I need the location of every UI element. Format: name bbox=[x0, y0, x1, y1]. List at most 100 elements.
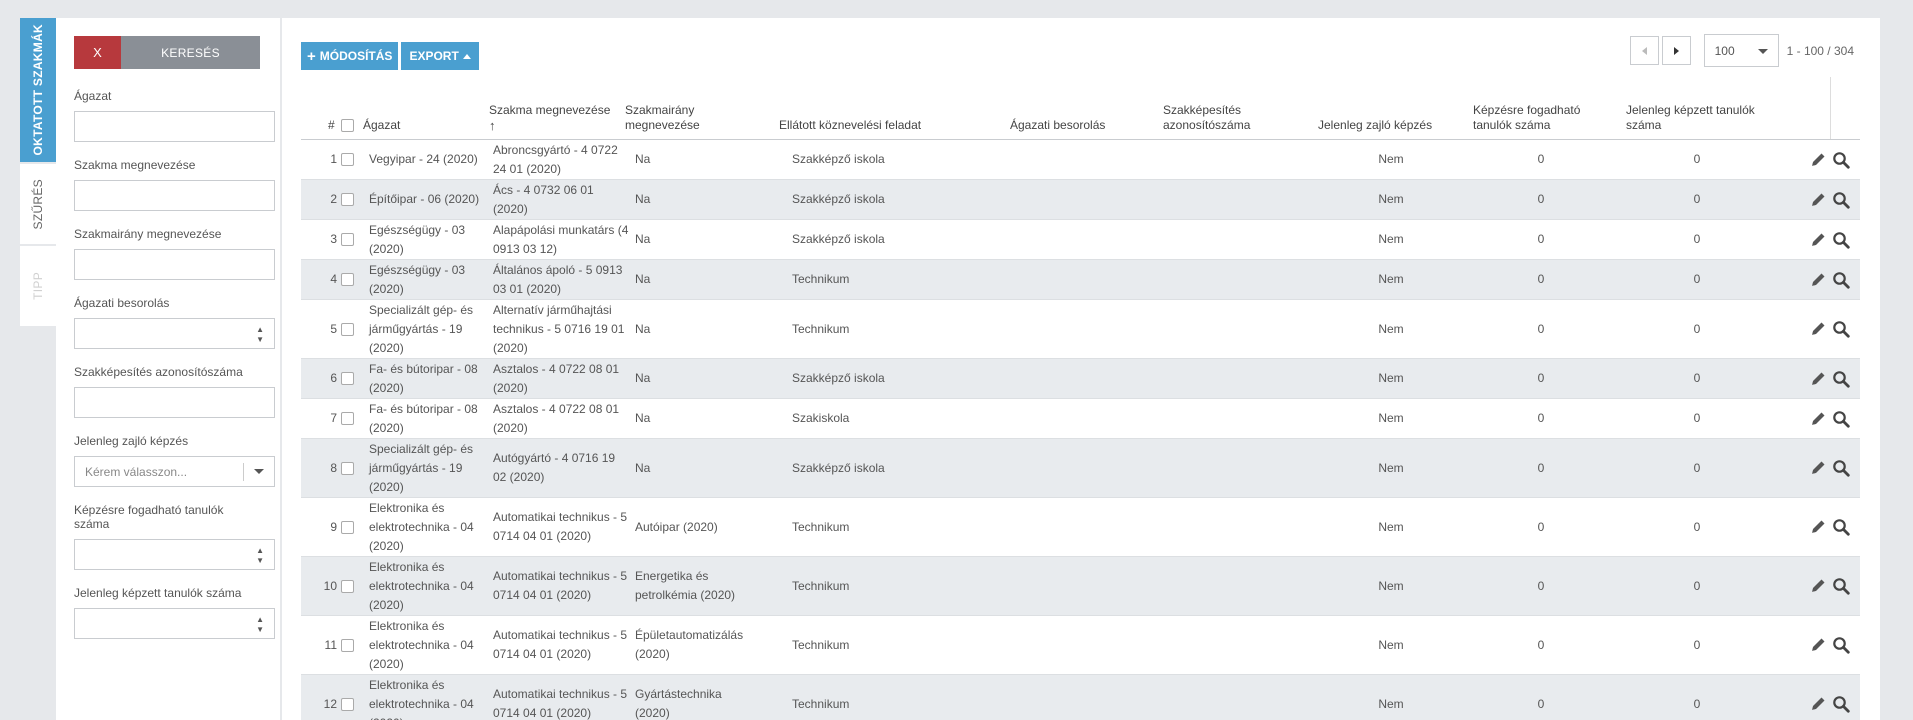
modify-button[interactable]: + MÓDOSÍTÁS bbox=[301, 42, 399, 70]
search-icon[interactable] bbox=[1832, 636, 1850, 654]
table-row[interactable]: 10 Elektronika és elektrotechnika - 04 (2… bbox=[301, 557, 1860, 616]
header-azonosito[interactable]: Szakképesítés azonosítószáma bbox=[1163, 103, 1273, 133]
select-placeholder: Kérem válasszon... bbox=[85, 464, 188, 479]
cell-kepzett: 0 bbox=[1657, 399, 1737, 438]
filter-text-input[interactable] bbox=[74, 387, 275, 418]
search-icon[interactable] bbox=[1832, 191, 1850, 209]
pencil-icon[interactable] bbox=[1810, 411, 1826, 427]
cell-agazat: Elektronika és elektrotechnika - 04 (202… bbox=[369, 675, 487, 720]
next-page-button[interactable] bbox=[1661, 36, 1691, 65]
pencil-icon[interactable] bbox=[1810, 321, 1826, 337]
cell-szakmairany-text: Na bbox=[635, 232, 651, 246]
header-feladat[interactable]: Ellátott köznevelési feladat bbox=[779, 118, 921, 133]
row-checkbox[interactable] bbox=[341, 273, 354, 286]
header-szakmairany[interactable]: Szakmairány megnevezése bbox=[625, 103, 725, 133]
cell-zajlo-text: Nem bbox=[1378, 637, 1404, 652]
filter-number-input[interactable]: ▲ ▼ bbox=[74, 539, 275, 570]
filter-number-input[interactable]: ▲ ▼ bbox=[74, 318, 275, 349]
row-checkbox[interactable] bbox=[341, 153, 354, 166]
table-row[interactable]: 11 Elektronika és elektrotechnika - 04 (2… bbox=[301, 616, 1860, 675]
search-icon[interactable] bbox=[1832, 518, 1850, 536]
row-checkbox[interactable] bbox=[341, 697, 354, 711]
table-row[interactable]: 9 Elektronika és elektrotechnika - 04 (20… bbox=[301, 498, 1860, 557]
row-index: 1 bbox=[301, 140, 337, 179]
search-icon[interactable] bbox=[1832, 695, 1850, 713]
cell-szakmairany: Na bbox=[635, 140, 755, 179]
cell-agazat-text: Vegyipar - 24 (2020) bbox=[369, 152, 478, 166]
pencil-icon[interactable] bbox=[1810, 371, 1826, 387]
table-row[interactable]: 1 Vegyipar - 24 (2020) Abroncsgyártó - 4 0… bbox=[301, 140, 1860, 180]
pencil-icon[interactable] bbox=[1810, 272, 1826, 288]
tab-label: SZŰRÉS bbox=[31, 178, 45, 230]
row-index: 12 bbox=[301, 675, 337, 720]
pencil-icon[interactable] bbox=[1810, 232, 1826, 248]
cell-fogadhato: 0 bbox=[1501, 220, 1581, 259]
filter-text-input[interactable] bbox=[74, 111, 275, 142]
table-row[interactable]: 5 Specializált gép- és járműgyártás - 19 … bbox=[301, 300, 1860, 359]
pencil-icon[interactable] bbox=[1810, 460, 1826, 476]
pencil-icon[interactable] bbox=[1810, 519, 1826, 535]
table-row[interactable]: 2 Építőipar - 06 (2020) Ács - 4 0732 06 01… bbox=[301, 180, 1860, 220]
search-icon[interactable] bbox=[1832, 231, 1850, 249]
row-checkbox[interactable] bbox=[341, 412, 354, 425]
cell-fogadhato: 0 bbox=[1501, 359, 1581, 398]
pencil-icon[interactable] bbox=[1810, 637, 1826, 653]
search-button[interactable]: KERESÉS bbox=[121, 36, 260, 69]
select-all-checkbox[interactable] bbox=[341, 119, 354, 132]
filter-select[interactable]: Kérem válasszon... bbox=[74, 456, 275, 487]
search-icon[interactable] bbox=[1832, 320, 1850, 338]
pencil-icon[interactable] bbox=[1810, 696, 1826, 712]
filter-text-input[interactable] bbox=[74, 249, 275, 280]
cell-fogadhato-text: 0 bbox=[1537, 232, 1545, 246]
page-size-select[interactable]: 100 bbox=[1703, 34, 1779, 67]
spinner-icon[interactable]: ▲ ▼ bbox=[256, 615, 264, 635]
pencil-icon[interactable] bbox=[1810, 152, 1826, 168]
cell-szakmairany: Na bbox=[635, 180, 755, 219]
row-checkbox[interactable] bbox=[341, 638, 354, 652]
spinner-icon[interactable]: ▲ ▼ bbox=[256, 546, 264, 566]
row-index: 5 bbox=[301, 300, 337, 358]
table-row[interactable]: 4 Egészségügy - 03 (2020) Általános ápoló … bbox=[301, 260, 1860, 300]
tab-tipp[interactable]: TIPP bbox=[20, 246, 56, 326]
row-checkbox[interactable] bbox=[341, 322, 354, 336]
header-besorolas[interactable]: Ágazati besorolás bbox=[1010, 118, 1105, 133]
search-icon[interactable] bbox=[1832, 459, 1850, 477]
table-row[interactable]: 6 Fa- és bútoripar - 08 (2020) Asztalos - … bbox=[301, 359, 1860, 399]
clear-filter-button[interactable]: X bbox=[74, 36, 121, 69]
row-checkbox[interactable] bbox=[341, 461, 354, 475]
spinner-icon[interactable]: ▲ ▼ bbox=[256, 325, 264, 345]
tab-oktatott-szakmak[interactable]: OKTATOTT SZAKMÁK bbox=[20, 18, 56, 162]
cell-kepzett: 0 bbox=[1657, 260, 1737, 299]
table-row[interactable]: 7 Fa- és bútoripar - 08 (2020) Asztalos - … bbox=[301, 399, 1860, 439]
prev-page-button[interactable] bbox=[1629, 36, 1659, 65]
filter-number-input[interactable]: ▲ ▼ bbox=[74, 608, 275, 639]
row-index-text: 2 bbox=[330, 192, 337, 206]
pencil-icon[interactable] bbox=[1810, 578, 1826, 594]
cell-kepzett-text: 0 bbox=[1693, 272, 1701, 286]
search-icon[interactable] bbox=[1832, 151, 1850, 169]
table-row[interactable]: 8 Specializált gép- és járműgyártás - 19 … bbox=[301, 439, 1860, 498]
search-icon[interactable] bbox=[1832, 271, 1850, 289]
row-checkbox[interactable] bbox=[341, 520, 354, 534]
row-checkbox[interactable] bbox=[341, 233, 354, 246]
row-checkbox[interactable] bbox=[341, 579, 354, 593]
search-icon[interactable] bbox=[1832, 370, 1850, 388]
cell-zajlo: Nem bbox=[1351, 140, 1431, 179]
header-kepzett[interactable]: Jelenleg képzett tanulók száma bbox=[1626, 103, 1776, 133]
export-button[interactable]: EXPORT bbox=[401, 42, 479, 70]
table-row[interactable]: 12 Elektronika és elektrotechnika - 04 (2… bbox=[301, 675, 1860, 720]
header-zajlo[interactable]: Jelenleg zajló képzés bbox=[1318, 118, 1432, 133]
modify-label: MÓDOSÍTÁS bbox=[319, 49, 393, 63]
search-icon[interactable] bbox=[1832, 410, 1850, 428]
row-checkbox[interactable] bbox=[341, 372, 354, 385]
pencil-icon[interactable] bbox=[1810, 192, 1826, 208]
row-checkbox[interactable] bbox=[341, 193, 354, 206]
filter-text-input[interactable] bbox=[74, 180, 275, 211]
header-fogadhato[interactable]: Képzésre fogadható tanulók száma bbox=[1473, 103, 1591, 133]
table-row[interactable]: 3 Egészségügy - 03 (2020) Alapápolási munk… bbox=[301, 220, 1860, 260]
header-szakma[interactable]: Szakma megnevezése ↑ bbox=[489, 103, 610, 133]
header-agazat[interactable]: Ágazat bbox=[363, 118, 400, 133]
tab-szures[interactable]: SZŰRÉS bbox=[20, 164, 56, 244]
search-icon[interactable] bbox=[1832, 577, 1850, 595]
cell-fogadhato: 0 bbox=[1501, 498, 1581, 556]
